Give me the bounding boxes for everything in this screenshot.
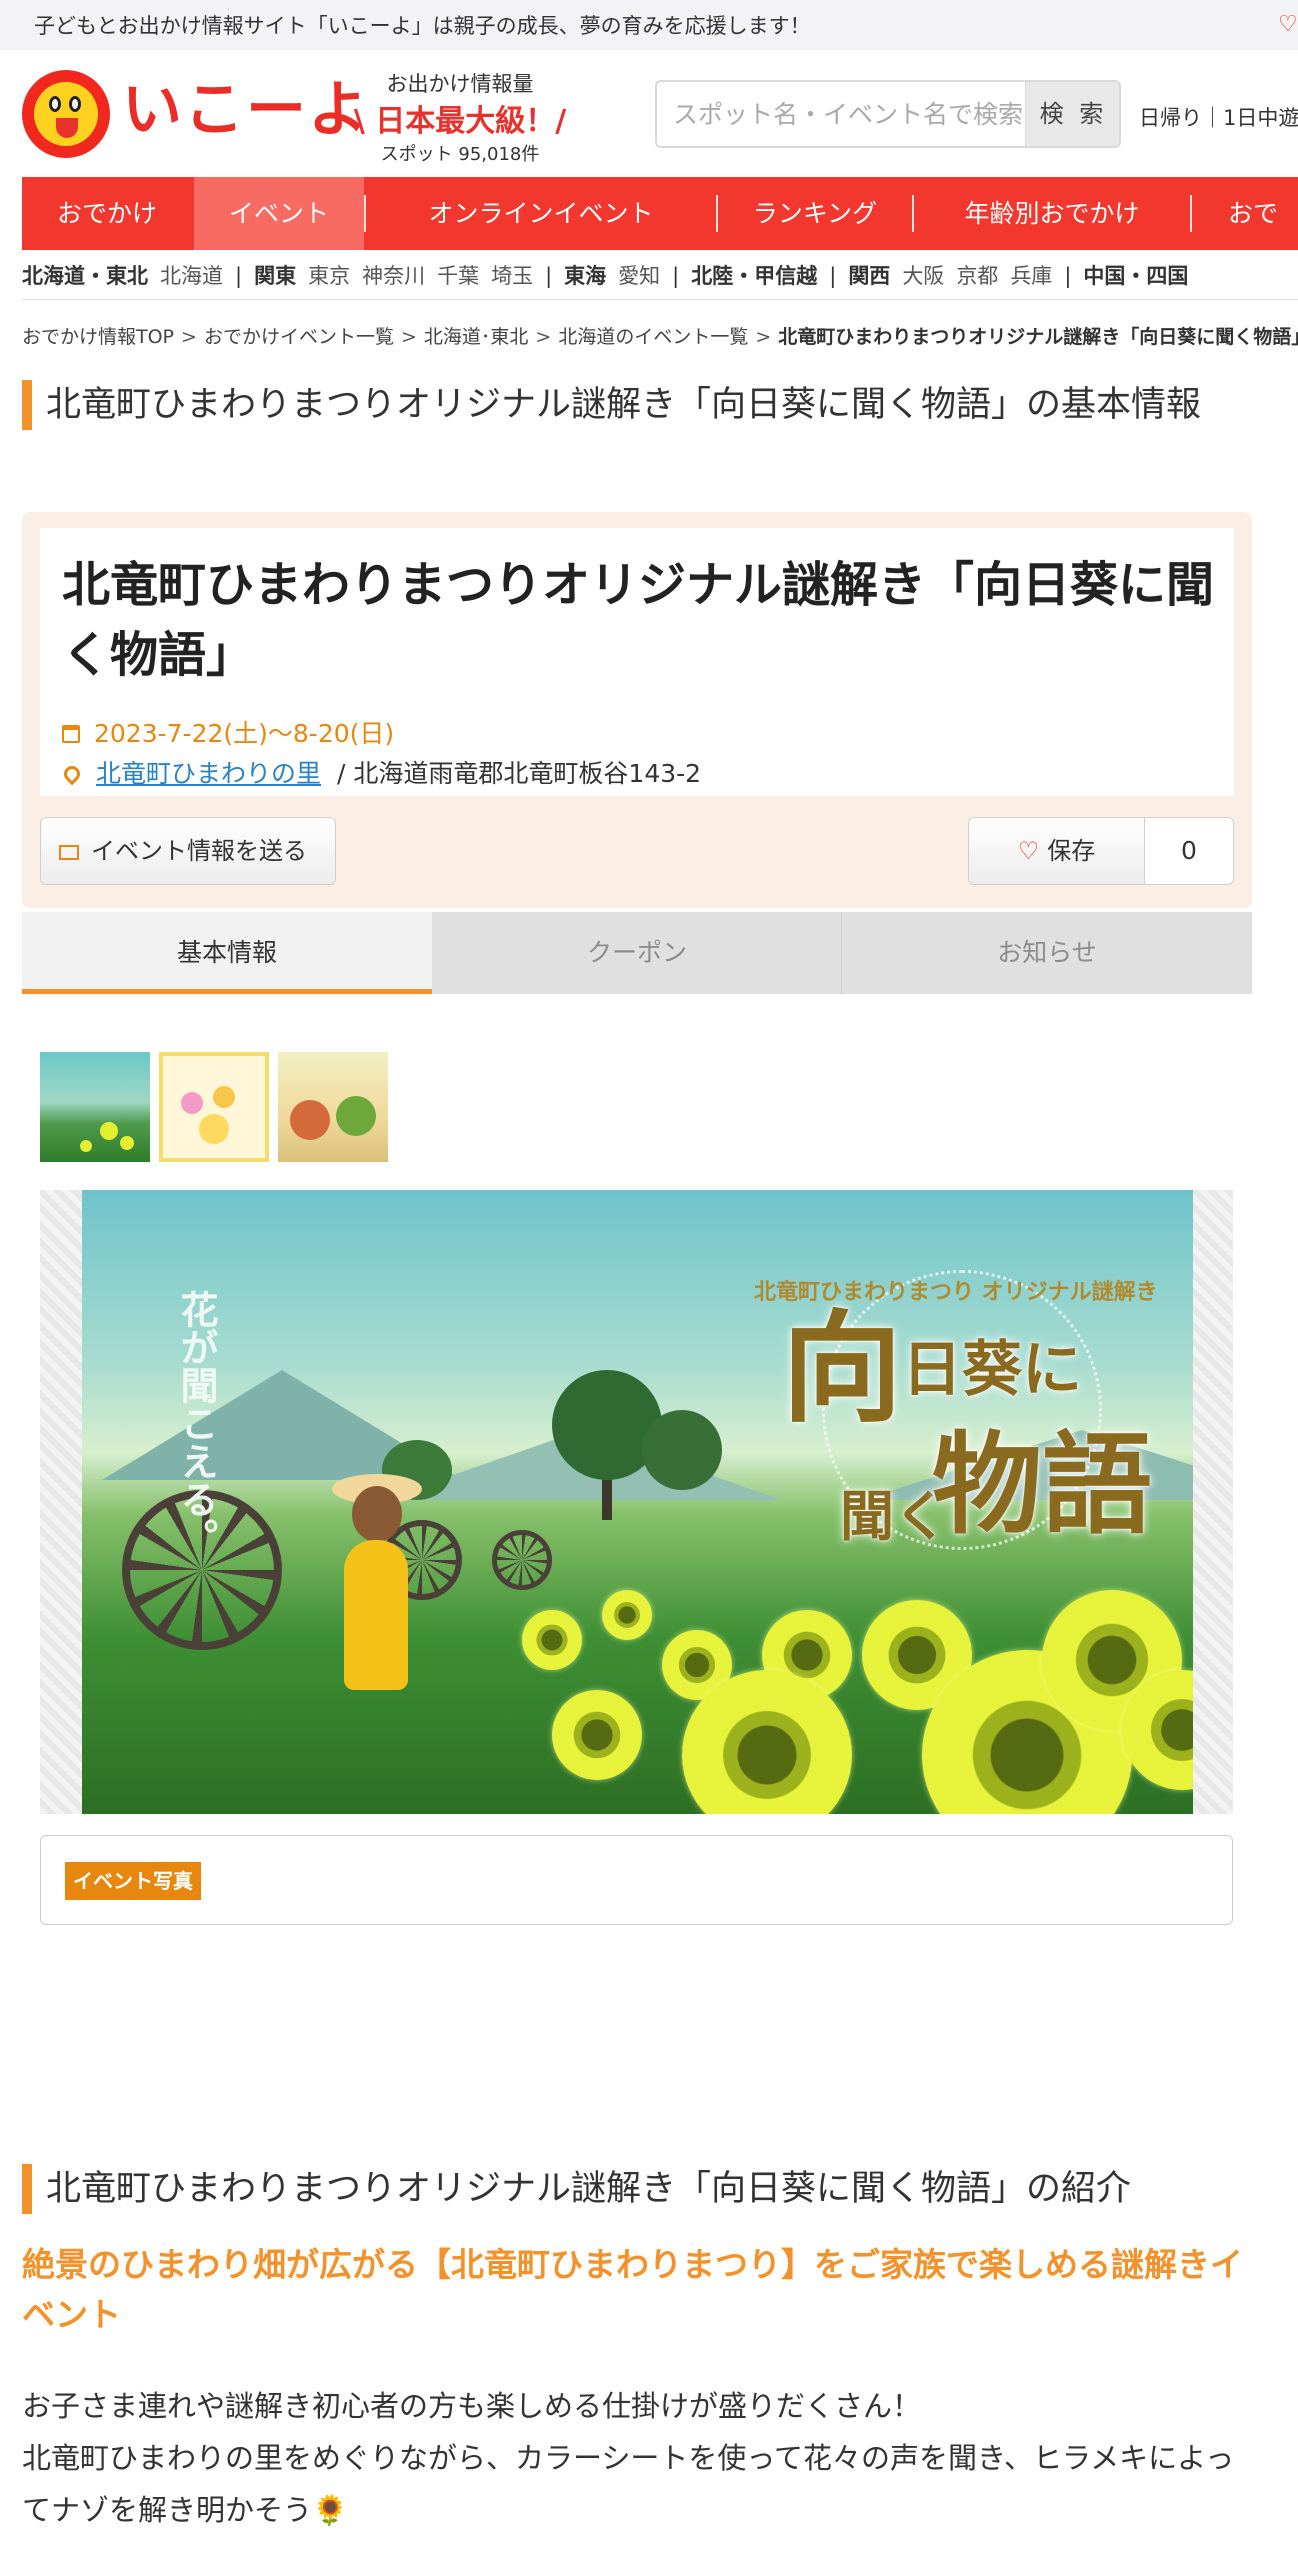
notice-text: 子どもとお出かけ情報サイト「いこーよ」は親子の成長、夢の育みを応援します！ — [34, 14, 811, 38]
nav-item-online-event[interactable]: オンラインイベント — [366, 177, 716, 250]
intro-lead: 絶景のひまわり畑が広がる【北竜町ひまわりまつり】をご家族で楽しめる謎解きイベント — [22, 2245, 1243, 2334]
intro-heading: 北竜町ひまわりまつりオリジナル謎解き「向日葵に聞く物語」の紹介 — [22, 2164, 1252, 2214]
event-place-row: 北竜町ひまわりの里 / 北海道雨竜郡北竜町板谷143-2 — [60, 754, 702, 790]
region-tokyo[interactable]: 東京 — [308, 264, 350, 288]
intro-body-line: 北竜町ひまわりの里をめぐりながら、カラーシートを使って花々の声を聞き、ヒラメキに… — [22, 2441, 1235, 2527]
basic-info-heading: 北竜町ひまわりまつりオリジナル謎解き「向日葵に聞く物語」の基本情報 — [22, 380, 1252, 430]
intro-body-line: お子さま連れや謎解き初心者の方も楽しめる仕掛けが盛りだくさん！ — [22, 2389, 922, 2423]
region-links: 北海道・東北 北海道 | 関東 東京 神奈川 千葉 埼玉 | 東海 愛知 | 北陸・甲信越 | 関西 大阪 京都… — [22, 252, 1298, 300]
region-kanto[interactable]: 関東 — [254, 264, 296, 288]
event-photo-badge: イベント写真 — [65, 1862, 201, 1900]
spot-count: スポット 95,018件 — [380, 144, 540, 165]
breadcrumb-current: 北竜町ひまわりまつりオリジナル謎解き「向日葵に聞く物語」 — [778, 326, 1298, 348]
nav-item-age-odekake[interactable]: 年齢別おでかけ — [914, 177, 1190, 250]
hero-vertical-text: 花が聞こえる。 — [174, 1290, 218, 1556]
region-kyoto[interactable]: 京都 — [956, 264, 998, 288]
photo-thumbnail[interactable] — [159, 1052, 269, 1162]
region-tokai[interactable]: 東海 — [564, 264, 606, 288]
event-title: 北竜町ひまわりまつりオリジナル謎解き「向日葵に聞く物語」 — [62, 557, 1215, 683]
region-saitama[interactable]: 埼玉 — [491, 264, 533, 288]
photo-thumbnail[interactable] — [40, 1052, 150, 1162]
photo-thumbnail[interactable] — [278, 1052, 388, 1162]
breadcrumb-item[interactable]: 北海道のイベント一覧 — [558, 326, 748, 348]
breadcrumb-item[interactable]: 北海道･東北 — [424, 326, 529, 348]
search-button[interactable]: 検 索 — [1025, 82, 1119, 146]
tab-notices[interactable]: お知らせ — [842, 912, 1252, 994]
region-hokkaido[interactable]: 北海道 — [160, 264, 223, 288]
header-links[interactable]: 日帰り｜1日中遊 — [1139, 102, 1298, 132]
intro-body: お子さま連れや謎解き初心者の方も楽しめる仕掛けが盛りだくさん！ 北竜町ひまわりの… — [22, 2380, 1252, 2536]
save-button[interactable]: ♡ 保存 — [969, 818, 1145, 884]
event-date-row: 2023-7-22(土)〜8-20(日) — [62, 714, 394, 750]
top-notice-bar: 子どもとお出かけ情報サイト「いこーよ」は親子の成長、夢の育みを応援します！ ♡ — [0, 0, 1298, 50]
calendar-icon — [62, 725, 80, 743]
search-box: 検 索 — [655, 80, 1121, 148]
photo-caption-box: イベント写真 — [40, 1835, 1233, 1925]
nav-item-more[interactable]: おで — [1198, 177, 1298, 250]
info-count-caption: お出かけ情報量 — [386, 72, 534, 96]
heart-icon[interactable]: ♡ — [1278, 12, 1298, 37]
event-info-card: 北竜町ひまわりまつりオリジナル謎解き「向日葵に聞く物語」 2023-7-22(土… — [22, 512, 1252, 908]
place-separator: / — [336, 759, 346, 788]
event-date: 2023-7-22(土)〜8-20(日) — [94, 719, 395, 748]
send-event-info-button[interactable]: イベント情報を送る — [40, 817, 336, 885]
breadcrumb: おでかけ情報TOP > おでかけイベント一覧 > 北海道･東北 > 北海道のイベント一覧 > 北… — [22, 322, 1298, 349]
region-aichi[interactable]: 愛知 — [618, 264, 660, 288]
event-tabs: 基本情報 クーポン お知らせ — [22, 912, 1252, 994]
search-input[interactable] — [657, 82, 1025, 146]
save-count: 0 — [1181, 836, 1197, 865]
send-button-label: イベント情報を送る — [91, 837, 307, 865]
region-chugoku-shikoku[interactable]: 中国・四国 — [1083, 264, 1188, 288]
main-nav: おでかけ イベント オンラインイベント ランキング 年齢別おでかけ おで — [22, 177, 1298, 250]
nav-item-event[interactable]: イベント — [194, 177, 364, 250]
nav-item-odekake[interactable]: おでかけ — [22, 177, 192, 250]
tab-basic-info[interactable]: 基本情報 — [22, 912, 432, 994]
logo-face — [34, 82, 98, 146]
region-kanagawa[interactable]: 神奈川 — [362, 264, 425, 288]
region-hokuriku[interactable]: 北陸・甲信越 — [691, 264, 817, 288]
tab-coupon[interactable]: クーポン — [432, 912, 842, 994]
region-hyogo[interactable]: 兵庫 — [1010, 264, 1052, 288]
region-osaka[interactable]: 大阪 — [902, 264, 944, 288]
logo-text[interactable]: いこーよ — [122, 70, 370, 150]
mail-icon — [59, 845, 79, 860]
logo-mark[interactable] — [22, 70, 110, 158]
heart-icon: ♡ — [1017, 837, 1040, 865]
breadcrumb-item[interactable]: おでかけイベント一覧 — [204, 326, 394, 348]
map-pin-icon — [60, 762, 84, 786]
event-summary: 北竜町ひまわりまつりオリジナル謎解き「向日葵に聞く物語」 2023-7-22(土… — [40, 528, 1234, 796]
region-kansai[interactable]: 関西 — [848, 264, 890, 288]
save-button-label: 保存 — [1047, 837, 1096, 865]
hero-title: 向 日葵に 聞く 物語 — [782, 1300, 1152, 1549]
place-link[interactable]: 北竜町ひまわりの里 — [96, 759, 321, 788]
nav-item-ranking[interactable]: ランキング — [718, 177, 912, 250]
main-event-image[interactable]: 花が聞こえる。 北竜町ひまわりまつり オリジナル謎解き 向 日葵に 聞く 物語 — [82, 1190, 1193, 1814]
region-chiba[interactable]: 千葉 — [437, 264, 479, 288]
region-hokkaido-tohoku[interactable]: 北海道・東北 — [22, 264, 148, 288]
save-widget: ♡ 保存 0 — [968, 817, 1234, 885]
breadcrumb-item[interactable]: おでかけ情報TOP — [22, 326, 174, 348]
event-address: 北海道雨竜郡北竜町板谷143-2 — [353, 759, 702, 788]
info-count-headline: \ 日本最大級！/ — [353, 104, 567, 139]
